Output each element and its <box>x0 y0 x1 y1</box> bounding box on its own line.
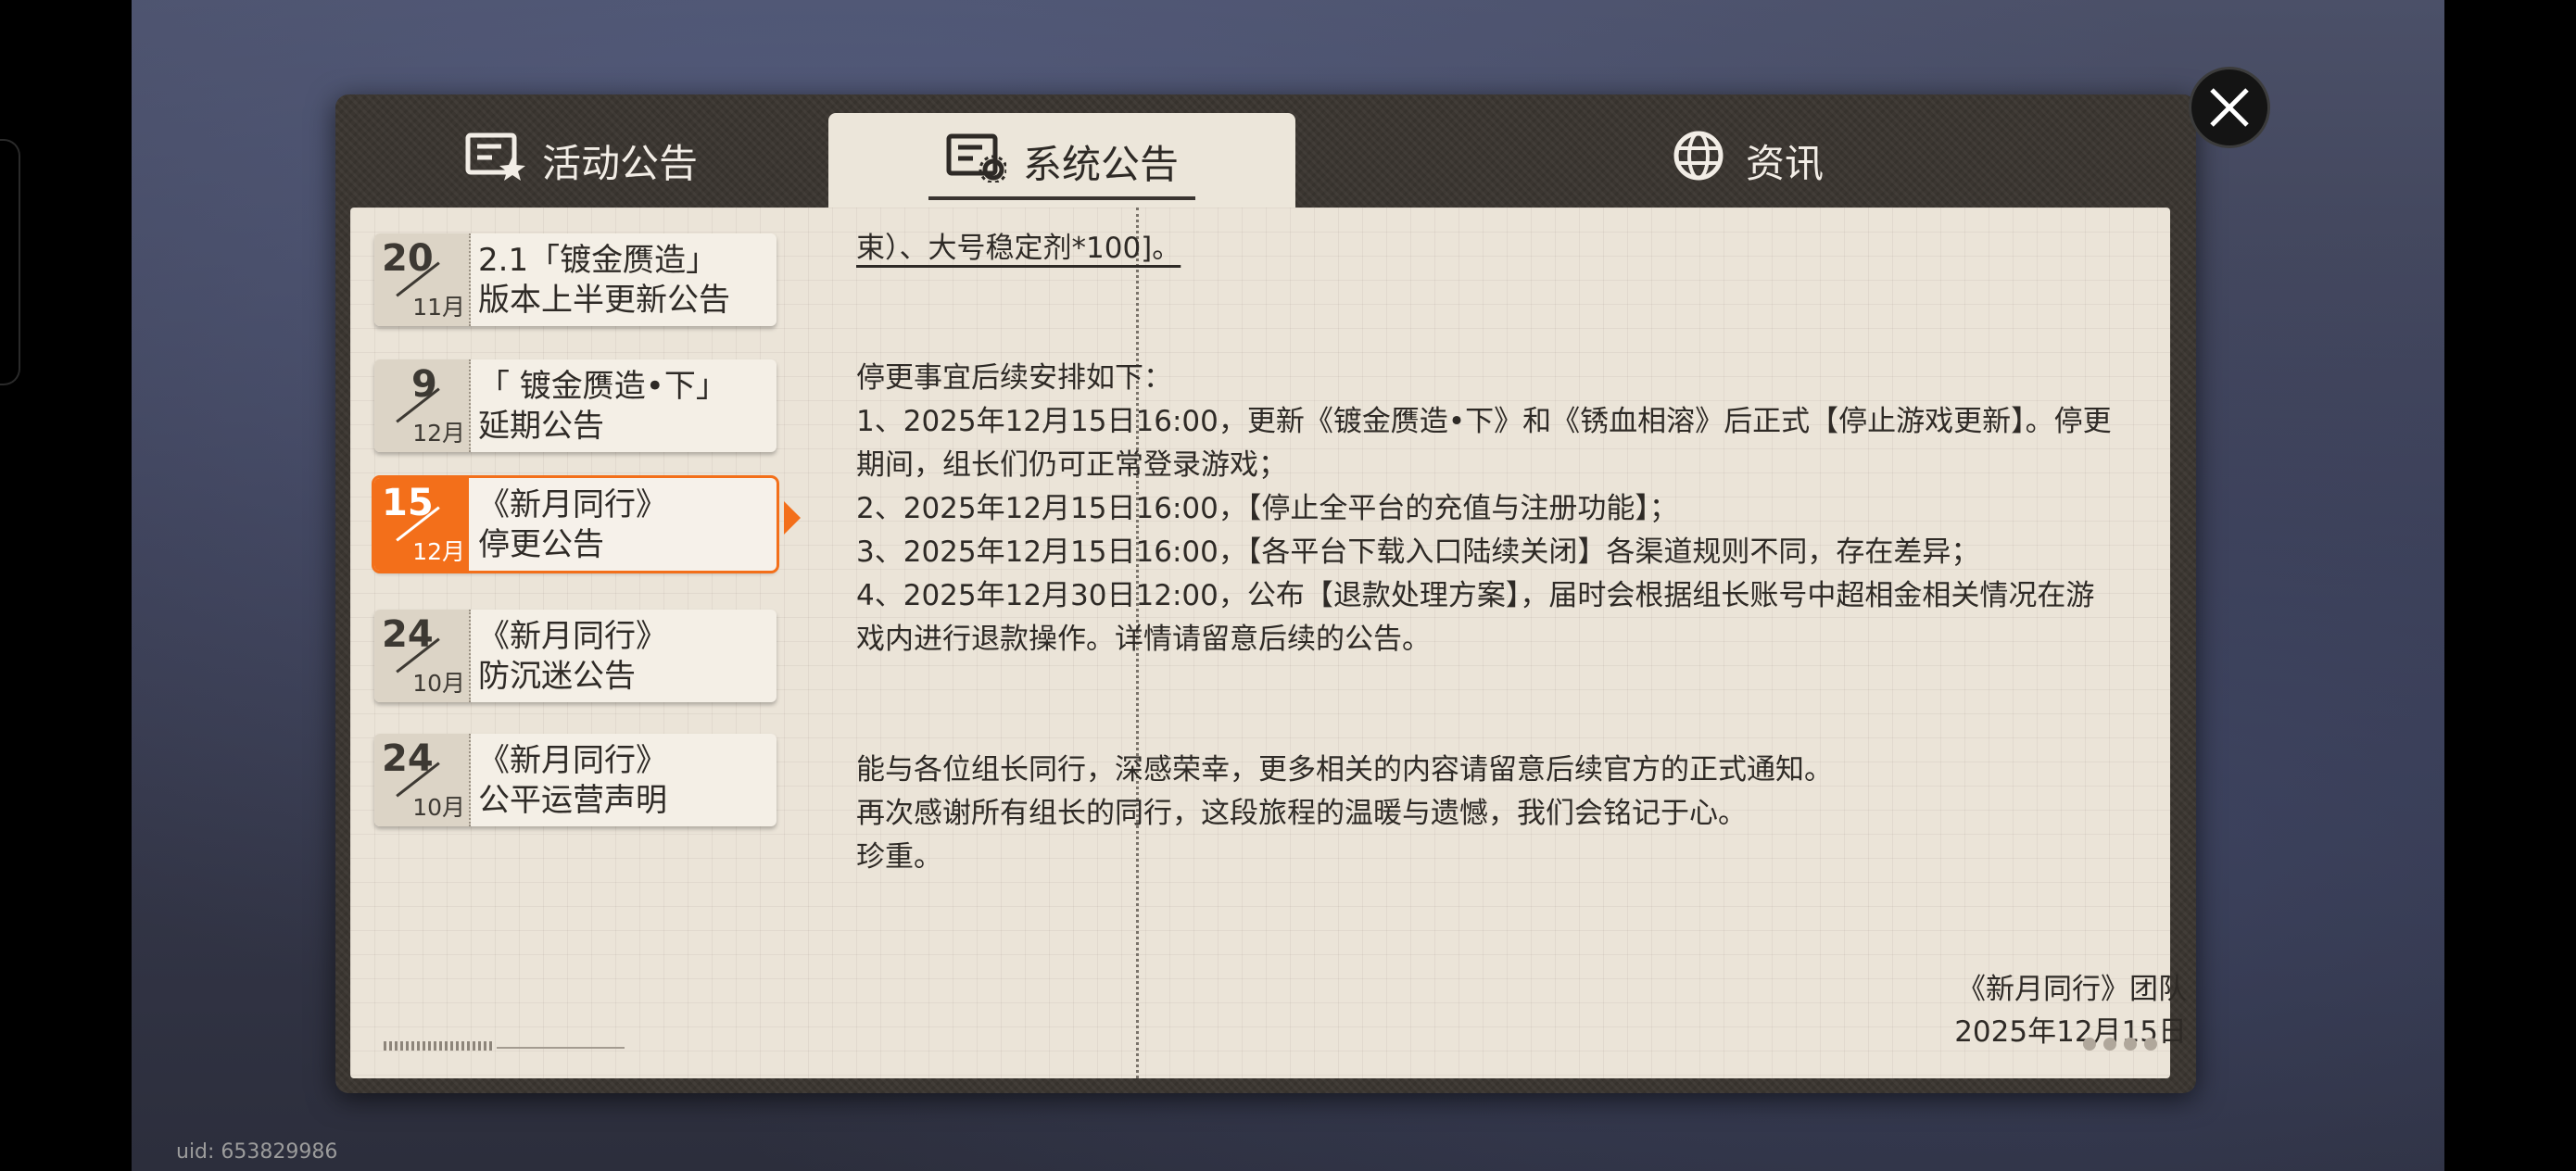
tab-label: 资讯 <box>1745 140 1824 186</box>
announcement-title: 《新月同行》 防沉迷公告 <box>478 617 769 697</box>
content-top-line: 束）、大号稳定剂*100]。 <box>856 232 1181 265</box>
thanks-line: 再次感谢所有组长的同行，这段旅程的温暖与遗憾，我们会铭记于心。 <box>856 797 1747 830</box>
title-line-2: 公平运营声明 <box>478 782 667 819</box>
notice-board-icon <box>464 130 525 191</box>
date-month: 11月 <box>412 294 465 321</box>
announcement-item-fair-play[interactable]: 24 10月 《新月同行》 公平运营声明 <box>374 734 777 826</box>
date-badge: 24 10月 <box>374 734 471 826</box>
date-month: 10月 <box>412 794 465 821</box>
date-badge: 15 12月 <box>374 478 469 571</box>
side-handle[interactable] <box>0 139 20 385</box>
title-line-1: 《新月同行》 <box>478 618 667 655</box>
title-line-2: 防沉迷公告 <box>478 658 636 695</box>
close-button[interactable] <box>2189 67 2270 148</box>
globe-icon <box>1668 130 1729 191</box>
schedule-line: 2、2025年12月15日16:00，【停止全平台的充值与注册功能】； <box>856 492 1678 525</box>
schedule-line: 1、2025年12月15日16:00，更新《镀金赝造•下》和《锈血相溶》后正式【… <box>856 405 2112 438</box>
title-line-1: 《新月同行》 <box>478 742 667 779</box>
announcement-item-delay[interactable]: 9 12月 「 镀金赝造•下」 延期公告 <box>374 359 777 452</box>
announcement-title: 2.1「镀金赝造」 版本上半更新公告 <box>478 241 769 321</box>
announcement-item-service-end[interactable]: 15 12月 《新月同行》 停更公告 <box>374 478 777 571</box>
tab-activity-announcements[interactable]: 活动公告 <box>335 111 827 209</box>
date-badge: 24 10月 <box>374 610 471 702</box>
barcode-decoration <box>384 1041 495 1051</box>
date-badge: 9 12月 <box>374 359 471 452</box>
announcement-title: 《新月同行》 停更公告 <box>478 485 769 565</box>
date-month: 12月 <box>412 538 465 565</box>
date-badge: 20 11月 <box>374 233 471 326</box>
tab-label: 系统公告 <box>1022 141 1179 187</box>
title-line-1: 《新月同行》 <box>478 486 667 523</box>
tab-label: 活动公告 <box>541 140 698 186</box>
notice-gear-icon <box>945 131 1008 192</box>
content-schedule-block: 停更事宜后续安排如下： 1、2025年12月15日16:00，更新《镀金赝造•下… <box>856 357 2172 661</box>
tab-system-announcements[interactable]: 系统公告 <box>828 113 1295 209</box>
active-tab-underline <box>928 196 1195 200</box>
user-id-label: uid: 653829986 <box>176 1140 338 1164</box>
schedule-line: 3、2025年12月15日16:00，【各平台下载入口陆续关闭】各渠道规则不同，… <box>856 535 1980 569</box>
date-month: 10月 <box>412 670 465 697</box>
schedule-line: 戏内进行退款操作。详情请留意后续的公告。 <box>856 623 1431 656</box>
active-item-pointer <box>784 501 801 535</box>
page-dot <box>2124 1038 2137 1051</box>
date-month: 12月 <box>412 420 465 447</box>
schedule-heading: 停更事宜后续安排如下： <box>856 361 1172 395</box>
page-dot <box>2083 1038 2096 1051</box>
announcement-item-version-update[interactable]: 20 11月 2.1「镀金赝造」 版本上半更新公告 <box>374 233 777 326</box>
tab-news[interactable]: 资讯 <box>1295 111 2196 209</box>
thanks-line: 珍重。 <box>856 840 942 874</box>
announcement-title: 「 镀金赝造•下」 延期公告 <box>478 367 769 447</box>
page-dot <box>2144 1038 2157 1051</box>
content-thanks-block: 能与各位组长同行，深感荣幸，更多相关的内容请留意后续官方的正式通知。 再次感谢所… <box>856 749 2172 879</box>
announcement-title: 《新月同行》 公平运营声明 <box>478 741 769 821</box>
title-line-1: 2.1「镀金赝造」 <box>478 242 718 279</box>
schedule-line: 4、2025年12月30日12:00，公布【退款处理方案】，届时会根据组长账号中… <box>856 579 2095 612</box>
schedule-line: 期间，组长们仍可正常登录游戏； <box>856 448 1287 482</box>
signature-team: 《新月同行》团队 <box>1957 973 2187 1006</box>
page-dot <box>2103 1038 2116 1051</box>
title-line-2: 延期公告 <box>478 408 604 445</box>
title-line-2: 停更公告 <box>478 526 604 563</box>
barcode-line-decoration <box>497 1047 625 1049</box>
announcement-item-anti-addiction[interactable]: 24 10月 《新月同行》 防沉迷公告 <box>374 610 777 702</box>
page-indicator <box>2083 1038 2157 1051</box>
title-line-2: 版本上半更新公告 <box>478 282 730 319</box>
close-icon <box>2210 88 2249 127</box>
title-line-1: 「 镀金赝造•下」 <box>478 368 727 405</box>
thanks-line: 能与各位组长同行，深感荣幸，更多相关的内容请留意后续官方的正式通知。 <box>856 753 1833 787</box>
